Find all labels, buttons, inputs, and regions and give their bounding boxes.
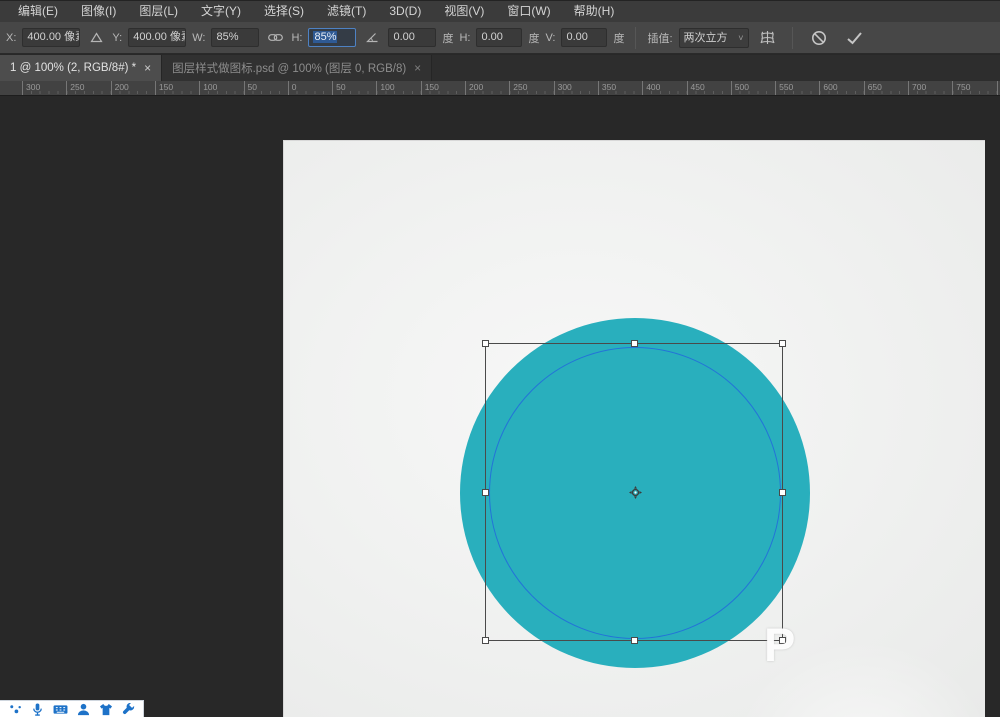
rotation-field[interactable]: 0.00 bbox=[388, 28, 436, 47]
ruler-tick-label: 350 bbox=[598, 81, 616, 95]
menu-edit[interactable]: 编辑(E) bbox=[8, 1, 68, 22]
shirt-skin-icon[interactable] bbox=[99, 703, 113, 716]
ruler-tick-label: 250 bbox=[509, 81, 527, 95]
commit-transform-icon[interactable] bbox=[840, 27, 870, 49]
ruler-tick-label: 50 bbox=[332, 81, 345, 95]
transform-options-bar: X: 400.00 像素 Y: 400.00 像素 W: 85% H: 85% … bbox=[0, 22, 1000, 54]
ruler-tick-label: 450 bbox=[687, 81, 705, 95]
ruler-tick-label: 800 bbox=[997, 81, 1000, 95]
menu-window[interactable]: 窗口(W) bbox=[497, 1, 560, 22]
y-position-field[interactable]: 400.00 像素 bbox=[128, 28, 186, 47]
menu-image[interactable]: 图像(I) bbox=[71, 1, 126, 22]
height-field-selection: 85% bbox=[313, 31, 337, 43]
options-separator-2 bbox=[792, 27, 793, 49]
transform-handle-middle-right[interactable] bbox=[779, 489, 786, 496]
menu-bar: 编辑(E) 图像(I) 图层(L) 文字(Y) 选择(S) 滤镜(T) 3D(D… bbox=[0, 0, 1000, 22]
tab-title: 1 @ 100% (2, RGB/8#) * bbox=[10, 62, 136, 74]
tab-title: 图层样式做图标.psd @ 100% (图层 0, RGB/8) bbox=[172, 60, 406, 76]
x-position-field[interactable]: 400.00 像素 bbox=[22, 28, 80, 47]
photoshop-window: 编辑(E) 图像(I) 图层(L) 文字(Y) 选择(S) 滤镜(T) 3D(D… bbox=[0, 0, 1000, 717]
h-skew-label: H: bbox=[459, 32, 470, 44]
width-label: W: bbox=[192, 32, 205, 44]
y-label: Y: bbox=[112, 32, 122, 44]
ruler-tick-label: 200 bbox=[111, 81, 129, 95]
transform-handle-top-right[interactable] bbox=[779, 340, 786, 347]
ime-toolbar bbox=[0, 700, 144, 717]
ime-logo-icon[interactable] bbox=[9, 703, 22, 716]
pasteboard: P bbox=[0, 96, 1000, 717]
ruler-tick-label: 100 bbox=[376, 81, 394, 95]
watermark-text: P bbox=[764, 621, 795, 668]
ruler-tick-label: 150 bbox=[155, 81, 173, 95]
warp-mode-toggle-icon[interactable] bbox=[755, 27, 781, 49]
wrench-icon[interactable] bbox=[122, 703, 135, 716]
height-field[interactable]: 85% bbox=[308, 28, 356, 47]
ruler-tick-label: 150 bbox=[421, 81, 439, 95]
relative-position-icon[interactable] bbox=[86, 27, 106, 49]
ruler-tick-label: 750 bbox=[952, 81, 970, 95]
ruler-tick-label: 400 bbox=[642, 81, 660, 95]
menu-layer[interactable]: 图层(L) bbox=[129, 1, 188, 22]
v-skew-unit: 度 bbox=[613, 30, 624, 46]
reference-point-icon[interactable] bbox=[629, 486, 642, 499]
menu-select[interactable]: 选择(S) bbox=[254, 1, 314, 22]
transform-bounding-box[interactable] bbox=[485, 343, 783, 641]
chevron-down-icon: ˅ bbox=[738, 29, 743, 47]
document-tab-bar: 1 @ 100% (2, RGB/8#) * × 图层样式做图标.psd @ 1… bbox=[0, 55, 1000, 81]
menu-view[interactable]: 视图(V) bbox=[434, 1, 494, 22]
width-field[interactable]: 85% bbox=[211, 28, 259, 47]
transform-handle-bottom-left[interactable] bbox=[482, 637, 489, 644]
transform-handle-top-left[interactable] bbox=[482, 340, 489, 347]
h-skew-field[interactable]: 0.00 bbox=[476, 28, 522, 47]
keyboard-icon[interactable] bbox=[53, 703, 68, 716]
user-icon[interactable] bbox=[77, 703, 90, 716]
menu-3d[interactable]: 3D(D) bbox=[379, 1, 431, 22]
ruler-tick-label: 600 bbox=[819, 81, 837, 95]
ruler-tick-label: 250 bbox=[66, 81, 84, 95]
interpolation-label: 插值: bbox=[647, 30, 672, 46]
menu-type[interactable]: 文字(Y) bbox=[191, 1, 251, 22]
v-skew-label: V: bbox=[545, 32, 555, 44]
rotation-unit: 度 bbox=[442, 30, 453, 46]
close-icon[interactable]: × bbox=[144, 61, 151, 75]
ruler-tick-label: 200 bbox=[465, 81, 483, 95]
ruler-tick-label: 100 bbox=[199, 81, 217, 95]
cancel-transform-icon[interactable] bbox=[804, 27, 834, 49]
ruler-tick-label: 550 bbox=[775, 81, 793, 95]
x-label: X: bbox=[6, 32, 16, 44]
transform-handle-middle-left[interactable] bbox=[482, 489, 489, 496]
menu-filter[interactable]: 滤镜(T) bbox=[317, 1, 376, 22]
close-icon[interactable]: × bbox=[414, 61, 421, 75]
menu-help[interactable]: 帮助(H) bbox=[564, 1, 625, 22]
interpolation-dropdown[interactable]: 两次立方 ˅ bbox=[679, 28, 749, 48]
ruler-tick-label: 50 bbox=[244, 81, 257, 95]
options-separator bbox=[635, 27, 636, 49]
ruler-tick-label: 0 bbox=[288, 81, 297, 95]
rotate-angle-icon bbox=[362, 27, 382, 49]
ruler-tick-label: 300 bbox=[554, 81, 572, 95]
height-label: H: bbox=[291, 32, 302, 44]
horizontal-ruler[interactable]: 3002502001501005005010015020025030035040… bbox=[0, 81, 1000, 96]
ruler-tick-label: 500 bbox=[731, 81, 749, 95]
ruler-tick-label: 300 bbox=[22, 81, 40, 95]
v-skew-field[interactable]: 0.00 bbox=[561, 28, 607, 47]
h-skew-unit: 度 bbox=[528, 30, 539, 46]
interpolation-value: 两次立方 bbox=[684, 29, 728, 47]
document-tab-active[interactable]: 1 @ 100% (2, RGB/8#) * × bbox=[0, 55, 162, 81]
ruler-tick-label: 700 bbox=[908, 81, 926, 95]
document-canvas: P bbox=[283, 140, 985, 717]
document-tab-inactive[interactable]: 图层样式做图标.psd @ 100% (图层 0, RGB/8) × bbox=[162, 55, 432, 81]
link-dimensions-icon[interactable] bbox=[265, 27, 285, 49]
transform-handle-top-middle[interactable] bbox=[631, 340, 638, 347]
ruler-tick-label: 650 bbox=[864, 81, 882, 95]
mic-icon[interactable] bbox=[31, 703, 44, 716]
transform-handle-bottom-middle[interactable] bbox=[631, 637, 638, 644]
